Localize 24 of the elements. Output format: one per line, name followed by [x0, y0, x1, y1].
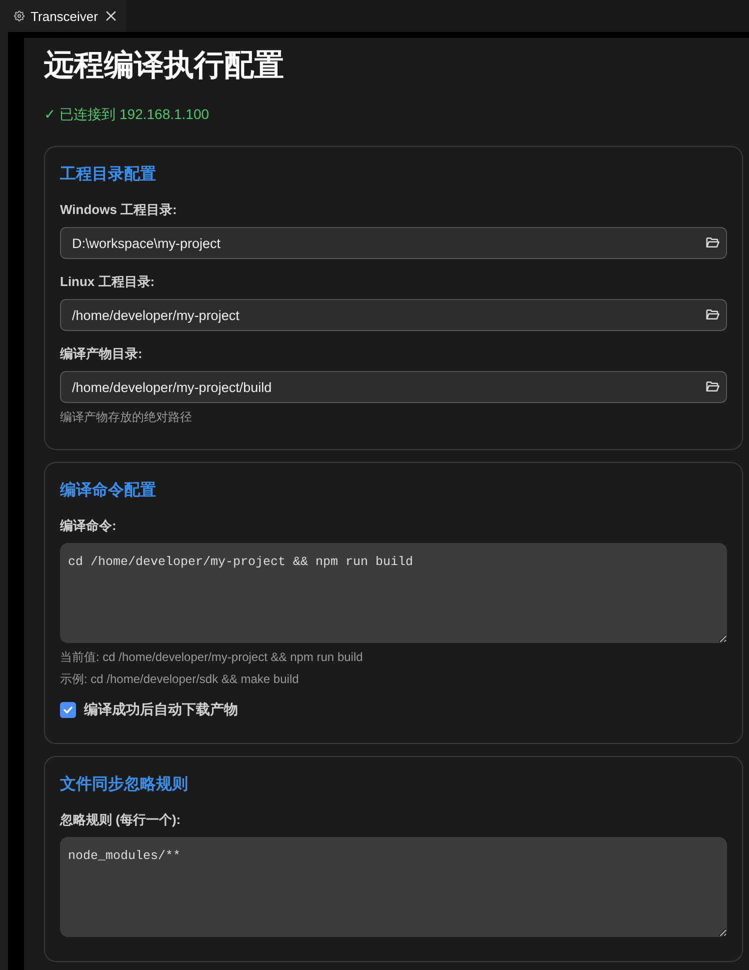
close-icon[interactable] — [104, 9, 118, 23]
page-title: 远程编译执行配置 — [44, 48, 285, 84]
text-area[interactable]: node_modules/** — [60, 837, 727, 937]
field-label: 忽略规则 (每行一个): — [60, 811, 182, 829]
hint-text: 编译产物存放的绝对路径 — [60, 410, 193, 425]
checkbox-label: 编译成功后自动下载产物 — [84, 701, 238, 719]
connection-status: ✓ 已连接到 192.168.1.100 — [44, 106, 210, 124]
field-label: Linux 工程目录: — [60, 273, 156, 291]
field-label: 编译产物目录: — [60, 345, 144, 363]
path-field[interactable]: D:\workspace\my-project — [60, 227, 727, 259]
path-field[interactable]: /home/developer/my-project/build — [60, 371, 727, 403]
card-title: 编译命令配置 — [60, 480, 157, 501]
settings-icon — [14, 9, 25, 23]
text-area[interactable]: cd /home/developer/my-project && npm run build — [60, 543, 727, 643]
card-title: 工程目录配置 — [60, 164, 157, 185]
field-label: 编译命令: — [60, 517, 118, 535]
hint-text: 示例: cd /home/developer/sdk && make build — [60, 672, 300, 687]
card-title: 文件同步忽略规则 — [60, 774, 189, 795]
path-field[interactable]: /home/developer/my-project — [60, 299, 727, 331]
hint-text: 当前值: cd /home/developer/my-project && npm run build — [60, 650, 364, 665]
editor-tab[interactable]: Transceiver — [0, 0, 126, 32]
check-icon — [62, 704, 74, 716]
checkbox[interactable] — [60, 702, 76, 718]
field-label: Windows 工程目录: — [60, 201, 178, 219]
